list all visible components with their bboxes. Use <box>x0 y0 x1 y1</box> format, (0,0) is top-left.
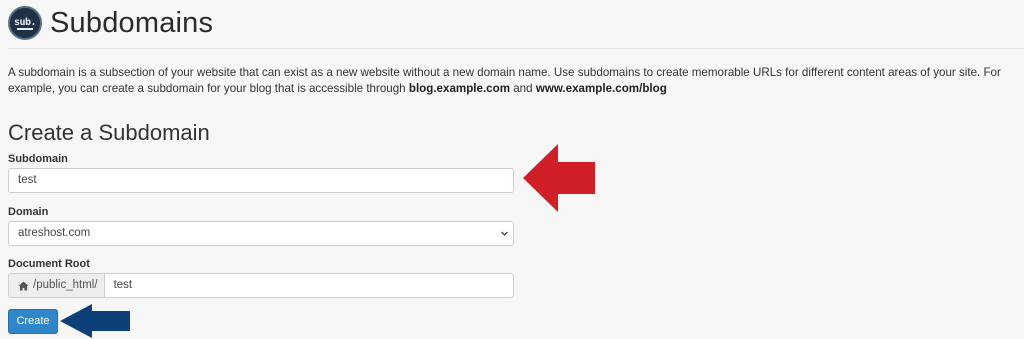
subdomains-app-icon: sub. <box>8 6 42 40</box>
app-icon-text: sub. <box>13 16 37 28</box>
document-root-prefix: /public_html/ <box>8 273 104 298</box>
domain-label: Domain <box>8 206 49 218</box>
app-icon-underline <box>17 28 33 30</box>
chevron-down-icon <box>501 231 508 236</box>
section-title: Create a Subdomain <box>8 120 210 145</box>
domain-select[interactable]: atreshost.com <box>8 221 514 246</box>
document-root-prefix-text: /public_html/ <box>33 279 98 291</box>
red-arrow-shape <box>523 144 595 212</box>
example-subdomain: blog.example.com <box>408 81 511 95</box>
page-title: Subdomains <box>50 6 214 39</box>
subdomain-input[interactable]: test <box>8 168 514 193</box>
page-header: sub. Subdomains <box>8 6 213 40</box>
domain-selected-value: atreshost.com <box>18 227 91 239</box>
red-arrow-annotation <box>523 144 595 212</box>
home-icon <box>18 280 29 291</box>
description-connector: and <box>510 81 536 95</box>
subdomain-label: Subdomain <box>8 153 68 165</box>
subdomains-page: sub. Subdomains A subdomain is a subsect… <box>0 0 1024 339</box>
document-root-label: Document Root <box>8 258 90 270</box>
document-root-input[interactable]: test <box>103 273 514 298</box>
blue-arrow-annotation <box>60 304 130 338</box>
page-description: A subdomain is a subsection of your webs… <box>8 65 1018 96</box>
create-button[interactable]: Create <box>8 309 58 334</box>
header-divider <box>8 48 1024 49</box>
example-path: www.example.com/blog <box>535 81 667 95</box>
document-root-group: /public_html/ test <box>8 273 514 298</box>
blue-arrow-shape <box>60 304 130 338</box>
